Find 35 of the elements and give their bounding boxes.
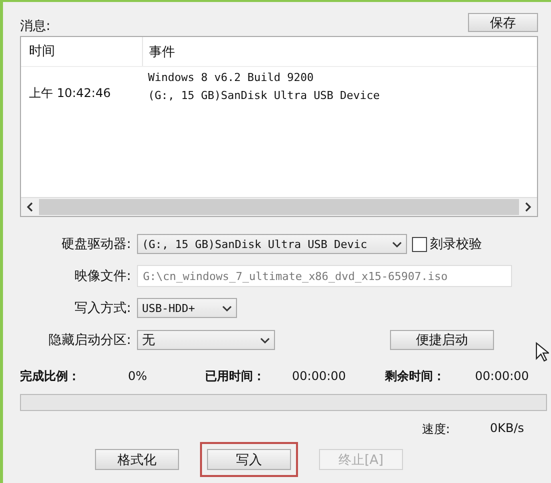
chevron-down-icon (260, 336, 270, 344)
verify-label: 刻录校验 (430, 236, 482, 253)
elapsed-label: 已用时间： (205, 368, 266, 384)
action-button[interactable]: 格式化 (95, 449, 179, 470)
hidden-partition-label: 隐藏启动分区: (48, 332, 132, 349)
event-text: Windows 8 v6.2 Build 9200 (148, 71, 315, 84)
drive-dropdown[interactable]: (G:, 15 GB)SanDisk Ultra USB Devic (137, 234, 407, 254)
remaining-label: 剩余时间： (385, 368, 446, 384)
verify-checkbox[interactable] (412, 236, 427, 252)
elapsed-value: 00:00:00 (292, 369, 347, 383)
write-mode-dropdown[interactable]: USB-HDD+ (137, 298, 237, 318)
image-file-field[interactable]: G:\cn_windows_7_ultimate_x86_dvd_x15-65907.iso (137, 265, 512, 287)
event-text: (G:, 15 GB)SanDisk Ultra USB Device (148, 89, 380, 102)
time-cell-text: 上午 10:42:46 (28, 85, 112, 102)
messages-label: 消息: (20, 18, 50, 35)
save-button[interactable]: 保存 (468, 13, 538, 32)
horizontal-scrollbar[interactable] (21, 197, 537, 216)
column-header[interactable]: 时间 (21, 37, 143, 66)
quick-boot-button[interactable]: 便捷启动 (390, 330, 494, 350)
write-mode-label: 写入方式: (74, 300, 132, 317)
remaining-value: 00:00:00 (475, 369, 529, 383)
scroll-right-icon[interactable] (524, 202, 532, 212)
chevron-down-icon (392, 240, 402, 248)
drive-label: 硬盘驱动器: (60, 236, 132, 253)
mouse-pointer-icon (535, 342, 549, 362)
scroll-left-icon[interactable] (26, 202, 34, 212)
speed-label: 速度: (422, 421, 450, 438)
speed-value: 0KB/s (490, 421, 524, 437)
chevron-down-icon (222, 304, 232, 312)
column-header[interactable]: 事件 (143, 42, 175, 60)
percent-value: 0% (128, 369, 148, 383)
percent-label: 完成比例： (20, 368, 81, 384)
action-button[interactable]: 写入 (207, 449, 291, 470)
image-file-label: 映像文件: (74, 268, 132, 285)
hidden-partition-dropdown[interactable]: 无 (137, 330, 275, 350)
